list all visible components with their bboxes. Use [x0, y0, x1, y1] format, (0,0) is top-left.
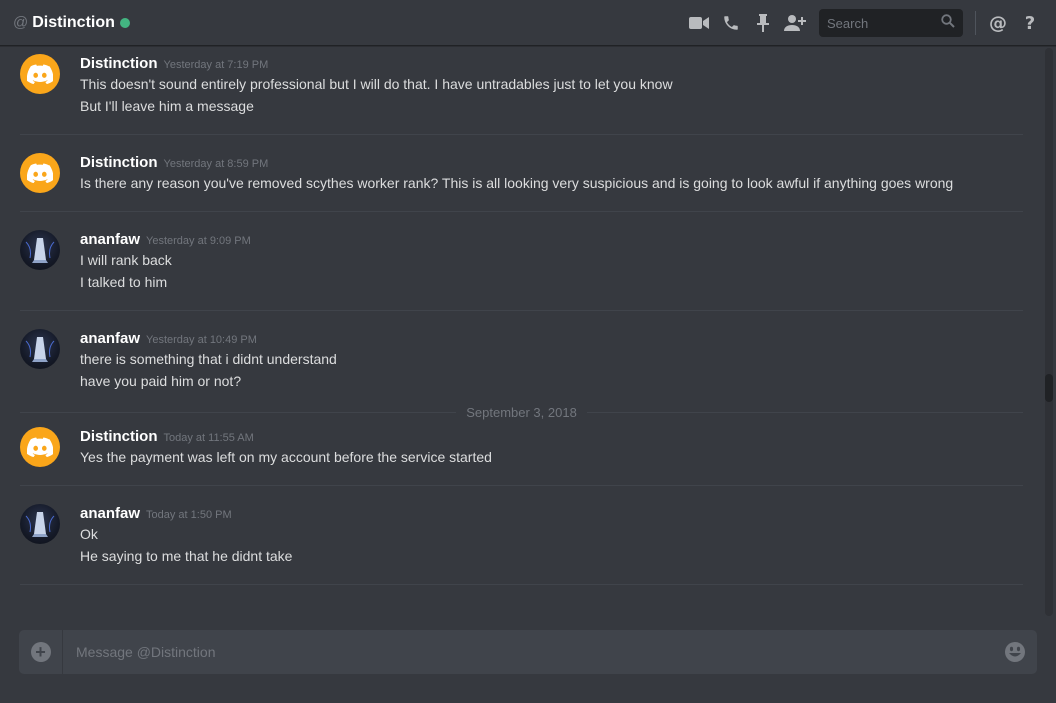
message-group: ananfaw Today at 1:50 PM Ok He saying to… [20, 486, 1023, 585]
message-author[interactable]: ananfaw [80, 231, 140, 248]
divider-line [20, 411, 457, 413]
user-avatar-image [25, 512, 55, 537]
message-timestamp: Yesterday at 10:49 PM [146, 334, 257, 346]
upload-button[interactable]: + [19, 630, 63, 674]
message-input[interactable] [74, 643, 1003, 661]
message-timestamp: Yesterday at 8:59 PM [163, 158, 269, 170]
message-composer: + [19, 630, 1037, 674]
message-text: there is something that i didnt understa… [80, 351, 337, 367]
avatar[interactable] [20, 329, 60, 369]
avatar[interactable] [20, 153, 60, 193]
channel-header: @ Distinction @ ? [0, 0, 1056, 46]
header-toolbar: @ ? [683, 0, 1056, 46]
pin-icon[interactable] [751, 11, 775, 35]
avatar[interactable] [20, 230, 60, 270]
emoji-icon[interactable] [1003, 640, 1027, 664]
message-timestamp: Today at 11:55 AM [163, 432, 254, 444]
message-timestamp: Yesterday at 9:09 PM [146, 235, 251, 247]
user-avatar-image [25, 337, 55, 362]
discord-logo-icon [27, 64, 53, 84]
mention-icon[interactable]: @ [986, 11, 1010, 35]
search-input[interactable] [825, 14, 929, 32]
avatar[interactable] [20, 504, 60, 544]
search-icon[interactable] [941, 13, 955, 33]
scrollbar-thumb[interactable] [1045, 374, 1053, 402]
divider-date: September 3, 2018 [466, 404, 577, 420]
message-text: I will rank back [80, 252, 172, 268]
help-icon[interactable]: ? [1018, 11, 1042, 35]
message-list: Distinction Yesterday at 7:19 PM This do… [0, 47, 1043, 617]
message-group: Distinction Today at 11:55 AM Yes the pa… [20, 422, 1023, 486]
message-author[interactable]: ananfaw [80, 505, 140, 522]
message-author[interactable]: ananfaw [80, 330, 140, 347]
avatar[interactable] [20, 427, 60, 467]
message-group: Distinction Yesterday at 8:59 PM Is ther… [20, 135, 1023, 212]
search-box[interactable] [819, 9, 963, 37]
user-avatar-image [25, 238, 55, 263]
channel-title[interactable]: Distinction [32, 14, 115, 32]
message-text: have you paid him or not? [80, 373, 242, 389]
scrollbar-track[interactable] [1045, 48, 1053, 616]
message-group: ananfaw Yesterday at 10:49 PM there is s… [20, 311, 1023, 400]
discord-logo-icon [27, 437, 53, 457]
message-text: This doesn't sound entirely professional… [80, 76, 673, 92]
video-call-icon[interactable] [687, 11, 711, 35]
voice-call-icon[interactable] [719, 11, 743, 35]
svg-text:?: ? [1025, 13, 1035, 33]
message-author[interactable]: Distinction [80, 55, 158, 72]
message-text: Is there any reason you've removed scyth… [80, 175, 954, 191]
message-text: But I'll leave him a message [80, 98, 254, 114]
message-text: Ok [80, 526, 98, 542]
discord-logo-icon [27, 163, 53, 183]
message-group: Distinction Yesterday at 7:19 PM This do… [20, 47, 1023, 135]
message-text: I talked to him [80, 274, 168, 290]
avatar[interactable] [20, 54, 60, 94]
add-friend-icon[interactable] [783, 11, 807, 35]
message-group: ananfaw Yesterday at 9:09 PM I will rank… [20, 212, 1023, 311]
message-author[interactable]: Distinction [80, 154, 158, 171]
date-divider: September 3, 2018 [20, 402, 1024, 422]
message-timestamp: Today at 1:50 PM [146, 509, 232, 521]
svg-text:@: @ [989, 13, 1007, 33]
divider-line [586, 411, 1024, 413]
message-text: Yes the payment was left on my account b… [80, 449, 492, 465]
toolbar-divider [975, 11, 976, 35]
message-text: He saying to me that he didnt take [80, 548, 293, 564]
message-author[interactable]: Distinction [80, 428, 158, 445]
upload-icon: + [30, 642, 51, 662]
at-icon: @ [13, 14, 29, 31]
online-status-indicator [119, 17, 130, 28]
message-timestamp: Yesterday at 7:19 PM [163, 59, 269, 71]
